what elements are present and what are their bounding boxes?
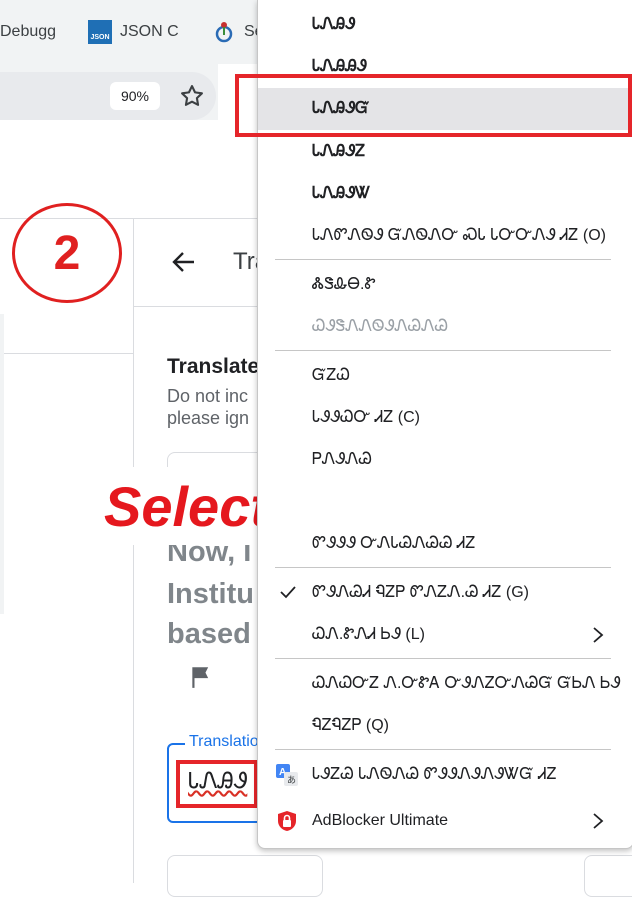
menu-item-label: ᏓᏁᎯᏭ [312, 16, 356, 33]
menu-item-label: AdBlocker Ultimate [312, 812, 449, 829]
divider [0, 353, 133, 354]
side-card [0, 314, 4, 614]
flag-icon[interactable] [188, 664, 214, 690]
menu-item-inspect[interactable]: ᏄᏃᏄᏃᏢ (Q) [258, 705, 632, 747]
menu-item-label: ᏓᏭᏭᏇᏅ ᏗᏃ (C) [312, 409, 420, 426]
menu-item-label: ᏄᏃᏄᏃᏢ (Q) [312, 717, 390, 734]
chevron-right-icon [593, 813, 604, 829]
menu-item-label: ᏢᏁᏭᏁᏊ [312, 451, 372, 468]
section-heading: Translate [167, 355, 260, 378]
menu-item-label: ᏓᏁᏛᏁᏫᏭ ᏳᏁᏫᏁᏅ ᏍᏓ ᏓᏅᏅᏁᏭ ᏗᏃ (O) [312, 227, 606, 244]
menu-item-copy[interactable]: ᏓᏭᏭᏇᏅ ᏗᏃ (C) [258, 397, 632, 439]
menu-item-check-spelling[interactable]: ᏛᏭᏁᏊᏗ ᏄᏃᏢ ᏛᏁᏃᏁ.Ꮚ ᏗᏃ (G) [258, 572, 632, 614]
menu-separator [275, 749, 611, 750]
menu-item-suggestion[interactable]: ᏓᏁᎯᏭ [258, 4, 632, 46]
wikimedia-icon [212, 20, 236, 44]
annotation-box [176, 760, 258, 808]
json-icon: JSON [88, 20, 112, 44]
menu-item-select-all[interactable]: ᏛᏭᏭᏭ ᏅᏁᏓᏊᏁᏊᏊ ᏗᏃ [258, 523, 632, 565]
star-icon[interactable] [178, 82, 206, 110]
annotation-box [235, 74, 632, 137]
menu-item-languages[interactable]: ᏇᏁ.ᏑᏁᏗ ᏏᏭ (L) [258, 614, 632, 656]
menu-item-label: ᏜᏕᎲᎾ.Ꮡ [312, 276, 376, 293]
menu-item-label: ᏳᏃᏇ [312, 367, 351, 384]
translation-field-label: Translatio [185, 733, 263, 751]
menu-separator [275, 567, 611, 568]
section-description: Do not inc [167, 386, 249, 406]
menu-item-label: ᏇᏭᏕᏁᏁᏫᏭᏁᏊᏁᏊ [312, 318, 449, 335]
menu-item-suggestion[interactable]: ᏓᏁᎯᏭᏔ [258, 173, 632, 215]
menu-item-label: ᏇᏁ.ᏑᏁᏗ ᏏᏭ (L) [312, 626, 425, 643]
zoom-indicator[interactable]: 90% [110, 82, 160, 110]
menu-separator [275, 658, 611, 659]
step-number-badge: 2 [12, 203, 122, 303]
back-arrow-icon[interactable] [168, 246, 200, 278]
menu-item-suggestion[interactable]: ᏓᏁᎯᏭᏃ [258, 131, 632, 173]
menu-item-label: ᏇᏁᏇᏅᏃ Ꮑ.ᏅᏑᎪ ᏅᏭᏁᏃᏅᏁᏊᏳ ᏳᏏᏁ ᏏᏭ [312, 675, 621, 692]
bottom-card[interactable] [584, 855, 632, 897]
menu-separator [275, 350, 611, 351]
bottom-card[interactable] [167, 855, 323, 897]
menu-item-redo: ᏇᏭᏕᏁᏁᏫᏭᏁᏊᏁᏊ [258, 306, 632, 348]
menu-item-label: ᏓᏁᎯᏭᏃ [312, 143, 366, 160]
menu-separator [275, 259, 611, 260]
menu-item-translate[interactable]: ᏓᏭᏃᏊ ᏓᏁᏫᏁᏊ ᏛᏭᏭᏁᏭᏁᏭᏔᏳ ᏗᏃ [258, 754, 632, 796]
menu-item-paste[interactable]: ᏢᏁᏭᏁᏊ [258, 439, 632, 481]
bookmark-label: Debugg [0, 23, 57, 40]
bookmark-label: JSON C [120, 23, 179, 40]
source-text-line: Institu [167, 578, 254, 610]
menu-item-undo[interactable]: ᏜᏕᎲᎾ.Ꮡ [258, 264, 632, 306]
menu-item-adblocker[interactable]: AdBlocker Ultimate [258, 800, 632, 842]
section-description: please ign [167, 408, 250, 428]
bookmark-debugger[interactable]: Debugg [0, 20, 56, 44]
left-rail [0, 218, 133, 883]
menu-item-label: ᏛᏭᏁᏊᏗ ᏄᏃᏢ ᏛᏁᏃᏁ.Ꮚ ᏗᏃ (G) [312, 584, 529, 601]
bookmark-json[interactable]: JSON JSON C [88, 20, 179, 44]
menu-item-cut[interactable]: ᏳᏃᏇ [258, 355, 632, 397]
menu-item-label: ᏓᏁᎯᏭᏔ [312, 185, 371, 202]
bookmark-wikimedia[interactable]: Se [212, 20, 264, 44]
menu-item-label: ᏛᏭᏭᏭ ᏅᏁᏓᏊᏁᏊᏊ ᏗᏃ [312, 535, 476, 552]
chevron-right-icon [593, 627, 604, 643]
menu-item-label: ᏓᏭᏃᏊ ᏓᏁᏫᏁᏊ ᏛᏭᏭᏁᏭᏁᏭᏔᏳ ᏗᏃ [312, 766, 557, 783]
menu-item-add-to-dictionary[interactable]: ᏓᏁᏛᏁᏫᏭ ᏳᏁᏫᏁᏅ ᏍᏓ ᏓᏅᏅᏁᏭ ᏗᏃ (O) [258, 215, 632, 257]
menu-item-writing-direction[interactable]: ᏇᏁᏇᏅᏃ Ꮑ.ᏅᏑᎪ ᏅᏭᏁᏃᏅᏁᏊᏳ ᏳᏏᏁ ᏏᏭ [258, 663, 632, 705]
source-text-line: based [167, 618, 251, 650]
